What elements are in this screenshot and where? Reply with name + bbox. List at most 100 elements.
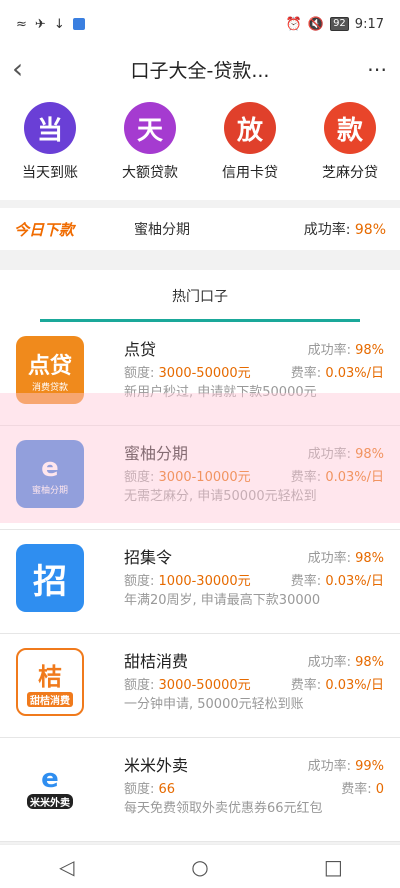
chevron-left-icon[interactable]: ‹ bbox=[12, 55, 42, 83]
logo-sub: 米米外卖 bbox=[27, 793, 73, 809]
item-name: 招集令 bbox=[124, 548, 173, 567]
mute-icon: 🔇 bbox=[307, 16, 325, 32]
item-desc: 年满20周岁, 申请最高下款30000 bbox=[124, 593, 321, 608]
item-amount: 额度: 3000-50000元 bbox=[124, 362, 251, 381]
app-bar: ‹ 口子大全-贷款... ⋯ bbox=[0, 48, 400, 90]
fee-value: 0.03%/日 bbox=[325, 469, 384, 485]
rate-value: 98% bbox=[355, 342, 384, 358]
today-loan-banner[interactable]: 今日下款 蜜柚分期 成功率: 98% bbox=[0, 208, 400, 250]
status-bar: ≈ ✈ ↓ ⏰ 🔇 92 9:17 bbox=[0, 0, 400, 48]
logo-sub: 甜桔消费 bbox=[27, 692, 73, 707]
fee-label: 费率: bbox=[290, 365, 322, 381]
amount-label: 额度: bbox=[124, 781, 155, 797]
item-info: 蜜柚分期 成功率: 98% 额度: 3000-10000元 费率: 0.03%/日 … bbox=[124, 440, 384, 529]
fee-label: 费率: bbox=[341, 781, 372, 797]
nav-home-icon[interactable]: ○ bbox=[180, 855, 220, 879]
today-loan-name: 蜜柚分期 bbox=[134, 222, 190, 238]
fee-label: 费率: bbox=[290, 677, 322, 693]
amount-label: 额度: bbox=[124, 469, 155, 485]
more-icon[interactable]: ⋯ bbox=[358, 57, 388, 81]
amount-value: 3000-50000元 bbox=[158, 677, 251, 693]
quick-item-label: 信用卡贷 bbox=[222, 165, 278, 181]
item-amount: 额度: 1000-30000元 bbox=[124, 570, 251, 589]
mimi-logo: e 米米外卖 bbox=[16, 752, 84, 820]
same-day-icon: 当 bbox=[24, 102, 76, 154]
item-rate: 成功率: 98% bbox=[308, 547, 384, 566]
item-info: 招集令 成功率: 98% 额度: 1000-30000元 费率: 0.03%/日 年… bbox=[124, 544, 384, 633]
list-item[interactable]: 点贷 消费贷款 点贷 成功率: 98% 额度: 3000-50000元 费率: 0.… bbox=[0, 322, 400, 426]
quick-item-credit-card[interactable]: 放 信用卡贷 bbox=[205, 102, 295, 200]
nav-recent-icon[interactable]: □ bbox=[313, 855, 353, 879]
item-rate: 成功率: 98% bbox=[308, 339, 384, 358]
fee-value: 0.03%/日 bbox=[325, 365, 384, 381]
item-desc: 新用户秒过, 申请就下款50000元 bbox=[124, 385, 317, 400]
quick-item-sesame[interactable]: 款 芝麻分贷 bbox=[305, 102, 395, 200]
fee-label: 费率: bbox=[290, 469, 322, 485]
quick-categories: 当 当天到账 天 大额贷款 放 信用卡贷 款 芝麻分贷 bbox=[0, 90, 400, 200]
item-rate: 成功率: 99% bbox=[308, 755, 384, 774]
logo-text: e bbox=[41, 452, 59, 483]
logo-sub: 消费贷款 bbox=[31, 382, 68, 393]
fee-label: 费率: bbox=[290, 573, 322, 589]
item-name: 米米外卖 bbox=[124, 756, 189, 775]
amount-label: 额度: bbox=[124, 573, 155, 589]
list-item[interactable]: e 蜜柚分期 蜜柚分期 成功率: 98% 额度: 3000-10000元 费率: 0… bbox=[0, 426, 400, 530]
item-rate: 成功率: 98% bbox=[308, 443, 384, 462]
wifi-icon: ≈ bbox=[16, 16, 27, 32]
item-desc: 无需芝麻分, 申请50000元轻松到 bbox=[124, 489, 317, 504]
fee-value: 0.03%/日 bbox=[325, 573, 384, 589]
rate-label: 成功率: bbox=[307, 654, 351, 670]
quick-item-label: 大额贷款 bbox=[122, 165, 178, 181]
zhaojiling-logo: 招 bbox=[16, 544, 84, 612]
item-name: 甜桔消费 bbox=[124, 652, 189, 671]
rate-label: 成功率: bbox=[307, 758, 351, 774]
item-amount: 额度: 3000-10000元 bbox=[124, 466, 251, 485]
sesame-loan-icon: 款 bbox=[324, 102, 376, 154]
tab-hot-label: 热门口子 bbox=[172, 289, 228, 305]
list-item[interactable]: e 米米外卖 米米外卖 成功率: 99% 额度: 66 费率: 0 每天免费领取外卖… bbox=[0, 738, 400, 842]
amount-value: 3000-10000元 bbox=[158, 469, 251, 485]
tianju-logo: 桔 甜桔消费 bbox=[16, 648, 84, 716]
download-icon: ↓ bbox=[53, 16, 65, 32]
tab-indicator bbox=[40, 319, 360, 322]
item-info: 点贷 成功率: 98% 额度: 3000-50000元 费率: 0.03%/日 新用… bbox=[124, 336, 384, 425]
today-loan-logo: 今日下款 bbox=[14, 220, 75, 239]
nav-back-icon[interactable]: ◁ bbox=[47, 855, 87, 879]
rate-value: 99% bbox=[355, 758, 384, 774]
item-fee: 费率: 0 bbox=[341, 778, 384, 797]
miyou-logo: e 蜜柚分期 bbox=[16, 440, 84, 508]
large-loan-icon: 天 bbox=[124, 102, 176, 154]
tab-hot[interactable]: 热门口子 bbox=[0, 270, 400, 322]
credit-card-loan-icon: 放 bbox=[224, 102, 276, 154]
quick-item-same-day[interactable]: 当 当天到账 bbox=[5, 102, 95, 200]
rate-label: 成功率: bbox=[307, 342, 351, 358]
status-time: 9:17 bbox=[354, 16, 384, 32]
rate-value: 98% bbox=[355, 550, 384, 566]
item-name: 点贷 bbox=[124, 340, 157, 359]
logo-sub: 蜜柚分期 bbox=[31, 485, 68, 496]
battery-indicator: 92 bbox=[330, 17, 349, 31]
status-left: ≈ ✈ ↓ bbox=[16, 17, 85, 32]
logo-text: 点贷 bbox=[27, 353, 72, 379]
item-desc: 一分钟申请, 50000元轻松到账 bbox=[124, 697, 304, 712]
airplane-icon: ✈ bbox=[34, 16, 46, 32]
item-fee: 费率: 0.03%/日 bbox=[291, 674, 384, 693]
fee-value: 0.03%/日 bbox=[325, 677, 384, 693]
rate-label: 成功率: bbox=[307, 550, 351, 566]
item-fee: 费率: 0.03%/日 bbox=[291, 466, 384, 485]
amount-value: 3000-50000元 bbox=[158, 365, 251, 381]
rate-label: 成功率: bbox=[307, 446, 351, 462]
quick-item-large-loan[interactable]: 天 大额贷款 bbox=[105, 102, 195, 200]
logo-text: e bbox=[41, 763, 59, 794]
amount-label: 额度: bbox=[124, 677, 155, 693]
item-info: 米米外卖 成功率: 99% 额度: 66 费率: 0 每天免费领取外卖优惠券66元红… bbox=[124, 752, 384, 841]
item-name: 蜜柚分期 bbox=[124, 444, 189, 463]
app-icon bbox=[72, 18, 85, 30]
item-desc: 每天免费领取外卖优惠券66元红包 bbox=[124, 801, 323, 816]
list-item[interactable]: 桔 甜桔消费 甜桔消费 成功率: 98% 额度: 3000-50000元 费率: 0… bbox=[0, 634, 400, 738]
item-rate: 成功率: 98% bbox=[308, 651, 384, 670]
list-item[interactable]: 招 招集令 成功率: 98% 额度: 1000-30000元 费率: 0.03%/日… bbox=[0, 530, 400, 634]
amount-label: 额度: bbox=[124, 365, 155, 381]
dianda-logo: 点贷 消费贷款 bbox=[16, 336, 84, 404]
quick-item-label: 芝麻分贷 bbox=[322, 165, 378, 181]
